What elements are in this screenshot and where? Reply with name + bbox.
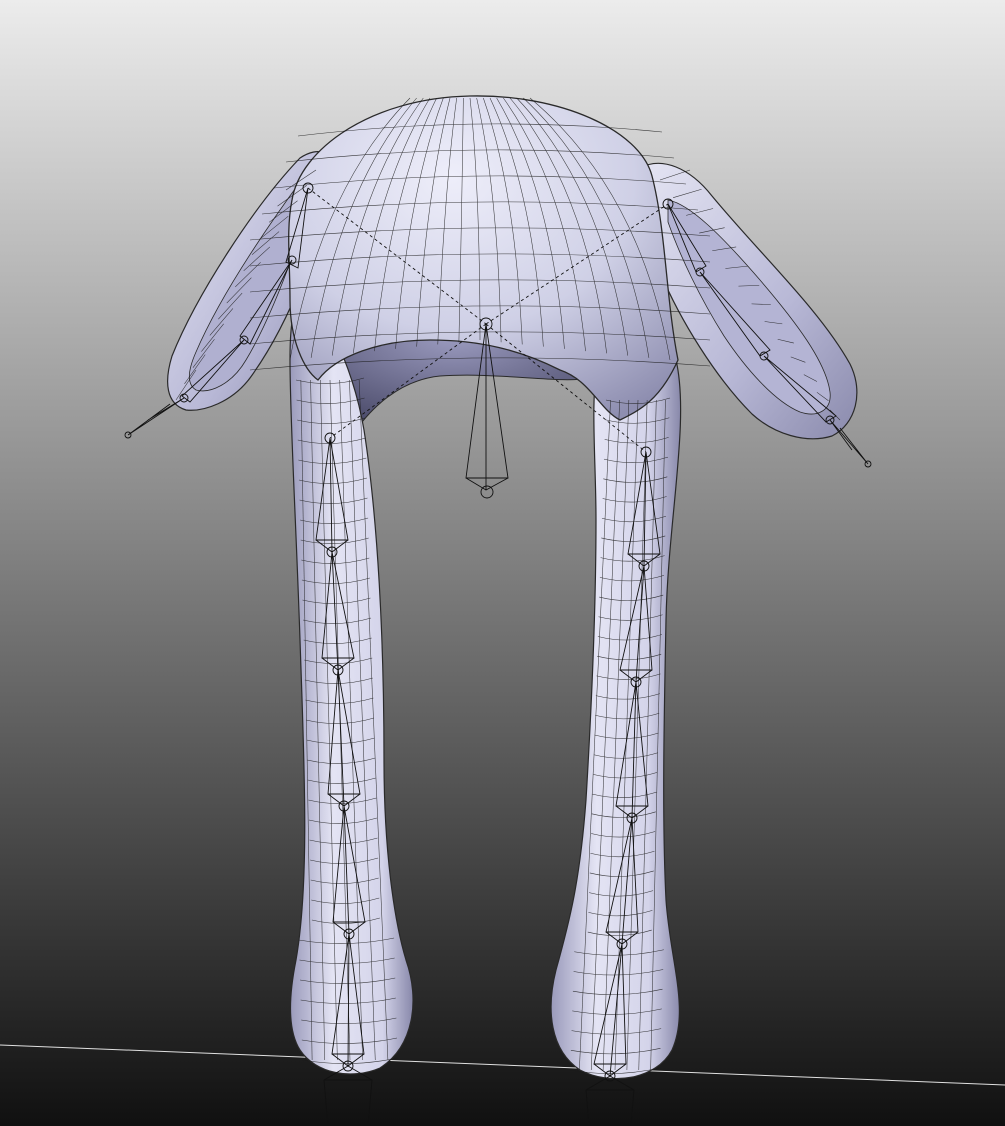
viewport-scene[interactable] bbox=[0, 0, 1005, 1126]
3d-viewport[interactable] bbox=[0, 0, 1005, 1126]
